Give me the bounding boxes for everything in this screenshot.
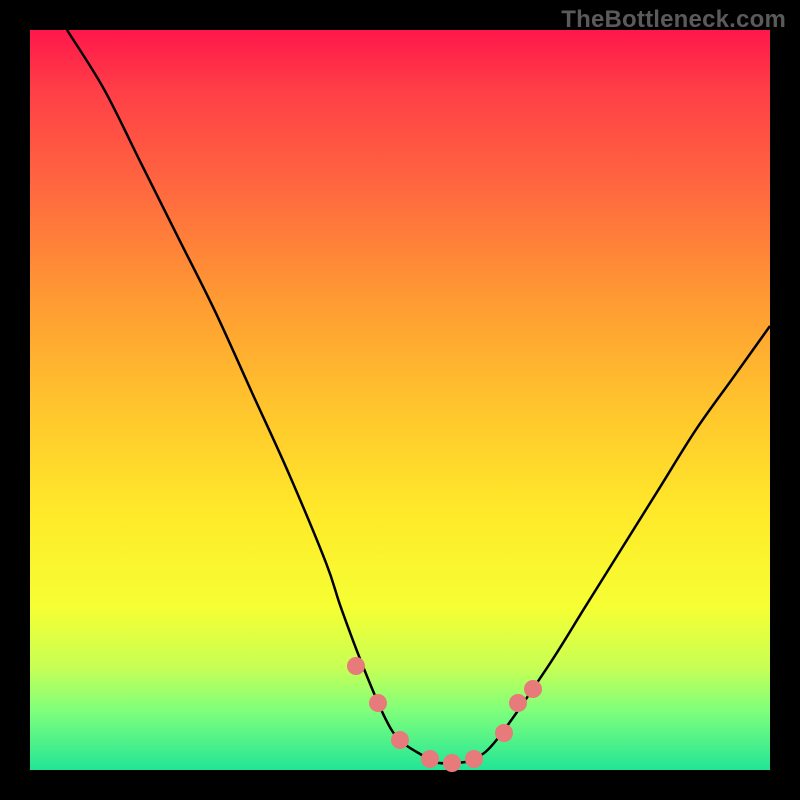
plot-area: [30, 30, 770, 770]
data-marker: [509, 694, 527, 712]
data-marker: [443, 754, 461, 772]
data-marker: [495, 724, 513, 742]
data-marker: [347, 657, 365, 675]
data-marker: [465, 750, 483, 768]
bottleneck-curve: [30, 30, 770, 770]
data-marker: [524, 680, 542, 698]
data-marker: [391, 731, 409, 749]
data-marker: [369, 694, 387, 712]
watermark-text: TheBottleneck.com: [561, 6, 786, 34]
data-marker: [421, 750, 439, 768]
